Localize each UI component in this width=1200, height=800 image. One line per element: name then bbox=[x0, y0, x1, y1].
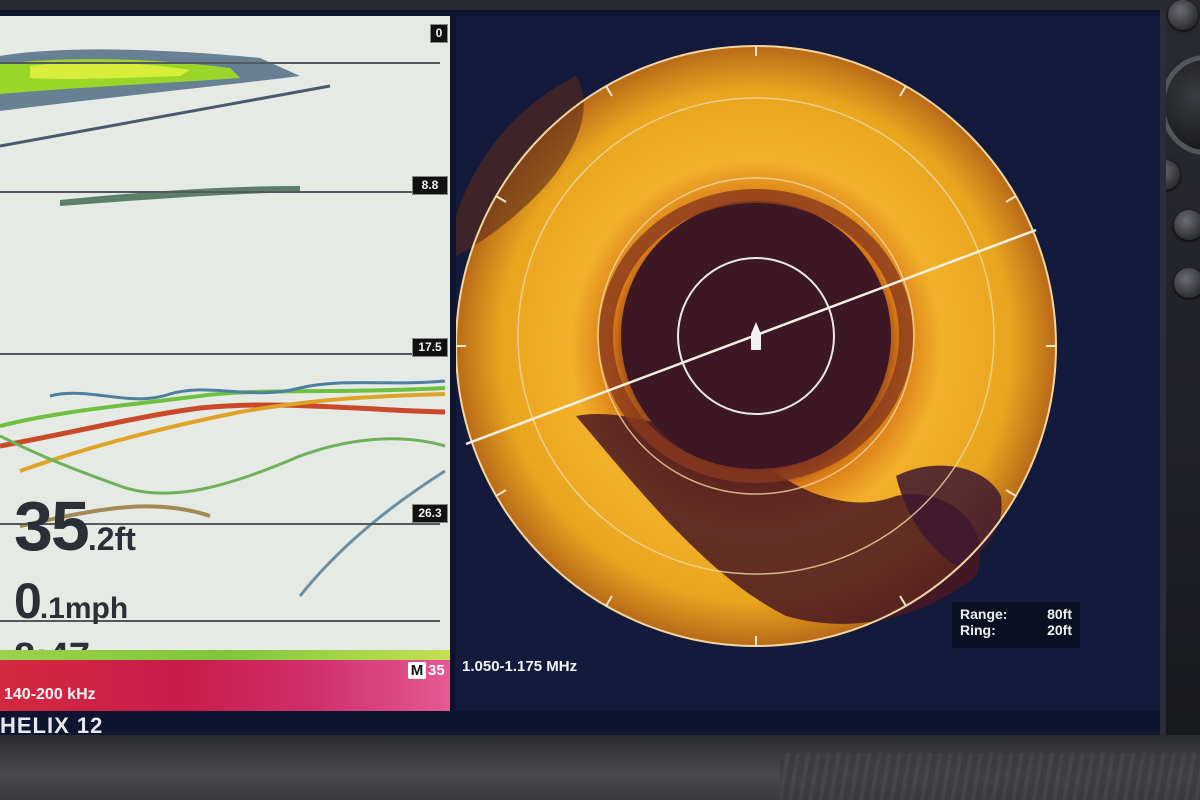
button-bottom[interactable] bbox=[1174, 268, 1200, 298]
ring-label: Ring: bbox=[960, 622, 996, 638]
depth-grid-line bbox=[0, 191, 440, 193]
speed-readout: 0.1mph bbox=[14, 572, 128, 630]
sonar-frequency: 140-200 kHz bbox=[4, 686, 96, 703]
ring-value: 20ft bbox=[1047, 622, 1072, 638]
depth-scale-label: 17.5 bbox=[412, 338, 448, 357]
range-mode-value: 35 bbox=[428, 662, 445, 679]
range-mode: M bbox=[408, 662, 426, 679]
depth-scale-label: 0 bbox=[430, 24, 448, 43]
ring-row: Ring: 20ft bbox=[960, 622, 1072, 638]
range-label: Range: bbox=[960, 606, 1008, 622]
depth-grid-line bbox=[0, 353, 440, 355]
range-ring-box[interactable]: Range: 80ft Ring: 20ft bbox=[952, 602, 1080, 648]
imaging-360-view: Range: 80ft Ring: 20ft bbox=[456, 16, 1160, 711]
depth-readout: 35.2ft bbox=[14, 486, 136, 566]
brand-logo: HELIX 12 bbox=[0, 713, 104, 735]
depth-scale-label: 8.8 bbox=[412, 176, 448, 195]
depth-grid-line bbox=[0, 62, 440, 64]
speed-value: 0 bbox=[14, 573, 42, 629]
boat-deck bbox=[0, 735, 1200, 800]
depth-decimal: .2ft bbox=[87, 521, 136, 557]
imaging-frequency: 1.050-1.175 MHz bbox=[462, 658, 578, 675]
speed-decimal: .1mph bbox=[39, 592, 129, 625]
depth-scale-label: 26.3 bbox=[412, 504, 448, 523]
button-low[interactable] bbox=[1174, 210, 1200, 240]
sonar-2d-view: 0 8.8 17.5 26.3 35.2ft 0.1mph 8:47 140-2… bbox=[0, 16, 454, 711]
display-screen: 0 8.8 17.5 26.3 35.2ft 0.1mph 8:47 140-2… bbox=[0, 10, 1166, 735]
depth-value: 35 bbox=[14, 487, 90, 565]
range-row: Range: 80ft bbox=[960, 606, 1072, 622]
range-mode-indicator: M 35 bbox=[408, 662, 445, 679]
range-value: 80ft bbox=[1047, 606, 1072, 622]
button-top-right[interactable] bbox=[1168, 0, 1198, 30]
